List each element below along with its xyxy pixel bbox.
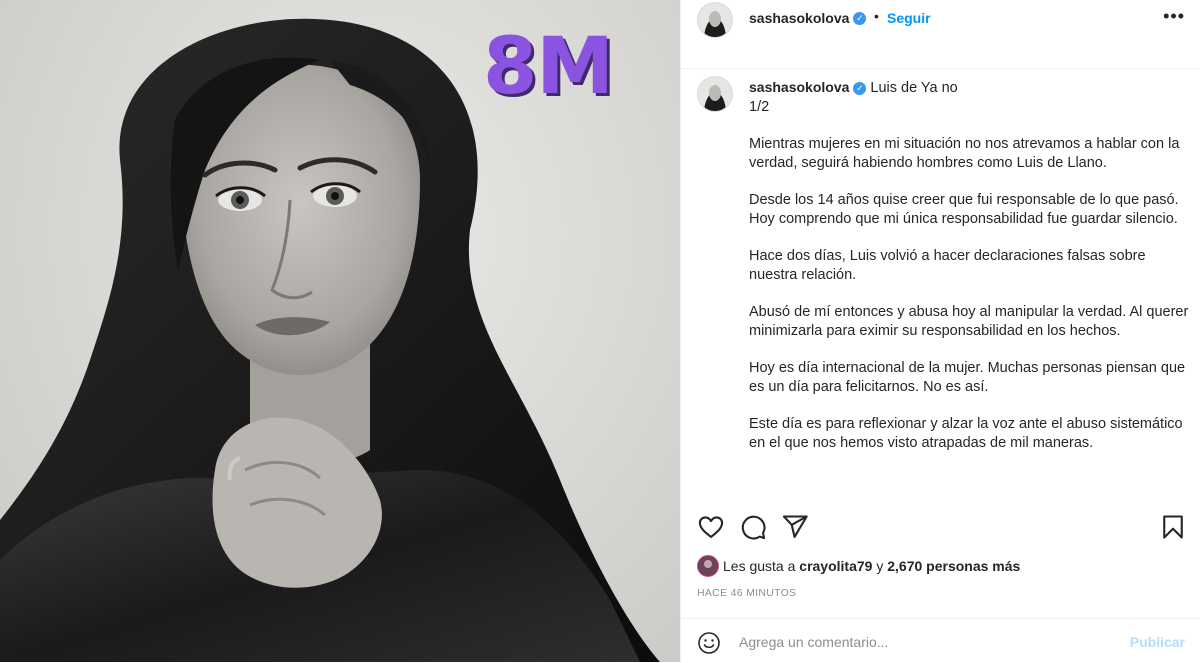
comment-bar: Publicar <box>681 618 1200 663</box>
caption-heading: sashasokolova ✓ Luis de Ya no <box>749 78 1189 98</box>
verified-badge-icon: ✓ <box>853 81 867 95</box>
separator-dot: • <box>874 8 879 24</box>
follow-button[interactable]: Seguir <box>887 10 931 26</box>
caption-paragraph: Abusó de mí entonces y abusa hoy al mani… <box>749 304 1189 339</box>
post-header: sashasokolova ✓ • Seguir ••• <box>681 0 1200 69</box>
post-side-panel: sashasokolova ✓ • Seguir ••• sashasokolov… <box>680 0 1200 662</box>
caption-paragraph: 1/2 <box>749 99 770 115</box>
publish-button[interactable]: Publicar <box>1130 634 1185 650</box>
caption-author-avatar[interactable] <box>697 76 733 112</box>
comment-input[interactable] <box>737 629 1121 655</box>
caption-paragraph: Mientras mujeres en mi situación no nos … <box>749 136 1180 171</box>
more-options-icon[interactable]: ••• <box>1163 6 1185 27</box>
post-caption: sashasokolova ✓ Luis de Ya no 1/2 Mientras… <box>681 68 1200 500</box>
heart-icon[interactable] <box>697 513 725 541</box>
caption-username[interactable]: sashasokolova <box>749 79 849 95</box>
paper-plane-icon[interactable] <box>781 513 809 541</box>
avatar-image <box>698 77 732 111</box>
caption-paragraph: Hace dos días, Luis volvió a hacer decla… <box>749 248 1146 283</box>
verified-badge-icon: ✓ <box>853 12 867 26</box>
post-timestamp[interactable]: HACE 46 MINUTOS <box>697 587 796 599</box>
avatar-image <box>698 3 732 37</box>
likes-count-link[interactable]: 2,670 personas más <box>887 558 1020 574</box>
author-username-row: sashasokolova ✓ <box>749 10 867 28</box>
author-username[interactable]: sashasokolova <box>749 10 849 26</box>
post-photo[interactable]: 8M <box>0 0 680 662</box>
liker-username[interactable]: crayolita79 <box>799 558 872 574</box>
smiley-icon[interactable] <box>697 631 721 660</box>
comment-bubble-icon[interactable] <box>739 513 767 541</box>
overlay-8m-text: 8M <box>483 22 614 112</box>
likes-middle: y <box>872 558 888 574</box>
caption-paragraph: Hoy es día internacional de la mujer. Mu… <box>749 360 1186 395</box>
instagram-post-view: 8M sashasokolova ✓ • Seguir ••• sashasok… <box>0 0 1200 662</box>
caption-paragraph: Este día es para reflexionar y alzar la … <box>749 416 1183 451</box>
likes-text: Les gusta a crayolita79 y 2,670 personas… <box>723 558 1020 574</box>
caption-paragraph: Desde los 14 años quise creer que fui re… <box>749 192 1179 227</box>
caption-body: sashasokolova ✓ Luis de Ya no 1/2 Mientras… <box>749 78 1189 471</box>
likes-prefix: Les gusta a <box>723 558 800 574</box>
post-actions <box>681 505 1200 553</box>
bookmark-icon[interactable] <box>1159 513 1187 541</box>
author-avatar[interactable] <box>697 2 733 38</box>
caption-title: Luis de Ya no <box>870 80 958 96</box>
liker-avatar[interactable] <box>697 555 719 577</box>
